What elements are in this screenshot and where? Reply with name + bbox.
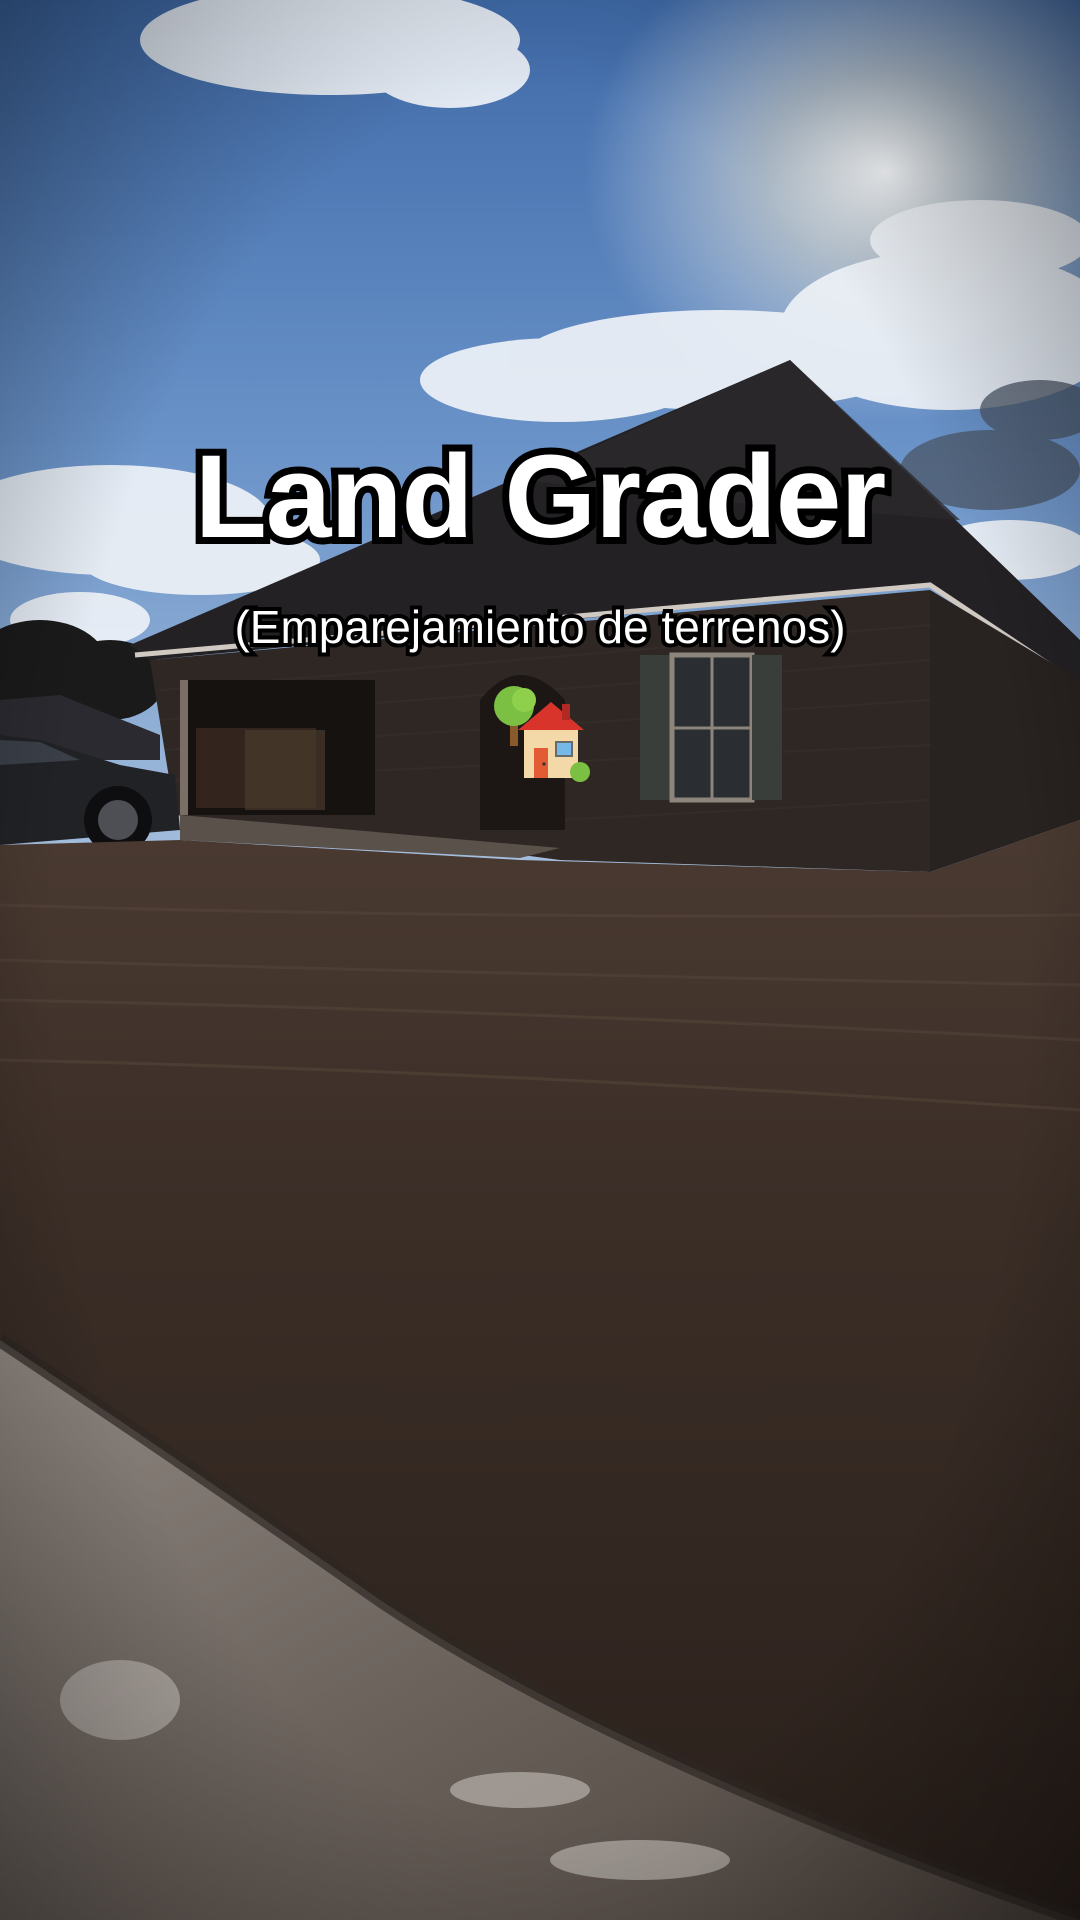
scene-photo bbox=[0, 0, 1080, 1920]
video-caption-title: Land Grader bbox=[188, 431, 894, 563]
video-frame: Land Grader (Emparejamiento de terrenos) bbox=[0, 0, 1080, 1920]
house-with-garden-icon bbox=[494, 686, 590, 782]
video-caption-subtitle: (Emparejamiento de terrenos) bbox=[230, 600, 849, 654]
